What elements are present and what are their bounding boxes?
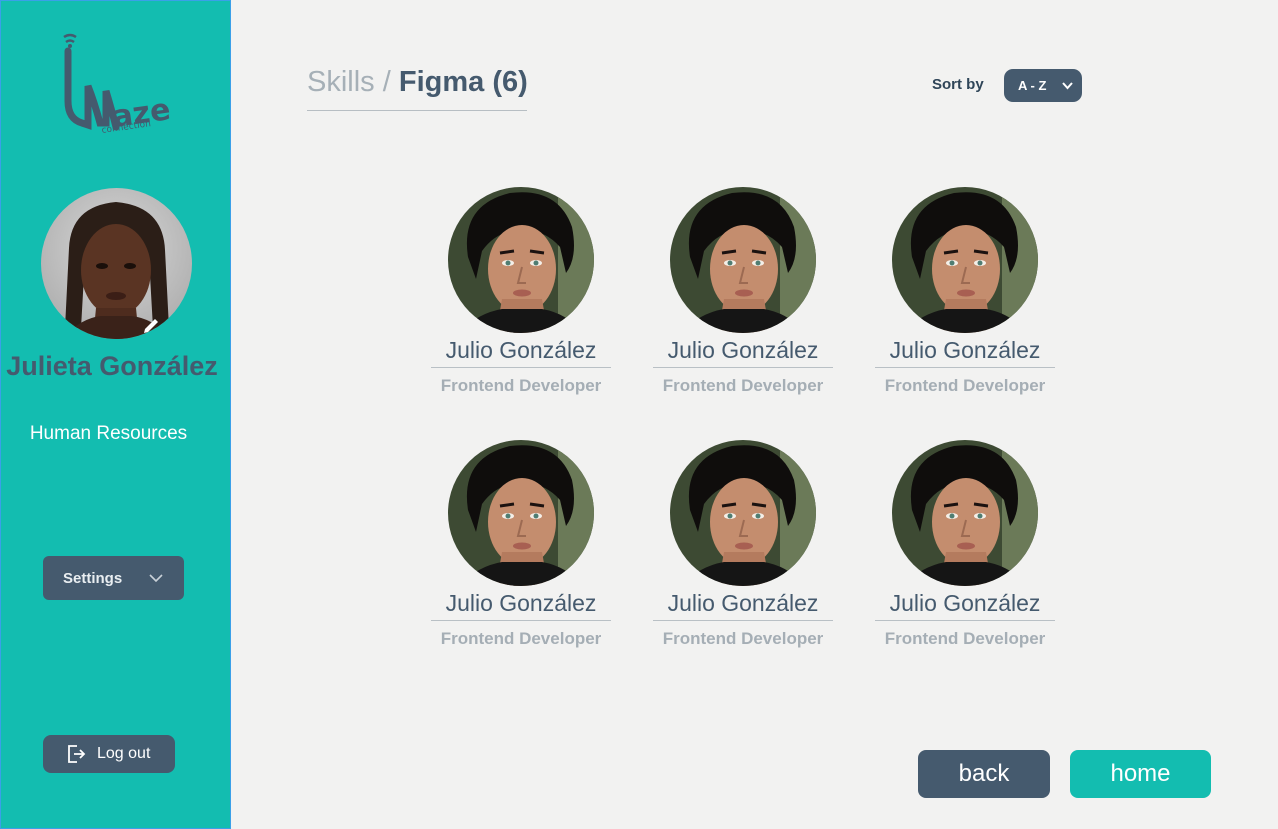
person-avatar <box>892 187 1038 333</box>
person-role: Frontend Developer <box>440 629 602 648</box>
home-button[interactable]: home <box>1070 750 1211 798</box>
person-name: Julio González <box>667 337 819 363</box>
back-button[interactable]: back <box>918 750 1050 798</box>
person-name: Julio González <box>889 337 1041 363</box>
card-divider <box>431 620 611 621</box>
person-name: Julio González <box>445 590 597 616</box>
card-divider <box>653 367 833 368</box>
user-name: Julieta González <box>6 351 218 381</box>
chevron-down-icon <box>149 574 163 583</box>
settings-dropdown[interactable]: Settings <box>43 556 184 600</box>
person-role: Frontend Developer <box>884 629 1046 648</box>
logout-button[interactable]: Log out <box>43 735 175 773</box>
person-name: Julio González <box>889 590 1041 616</box>
person-card[interactable]: Julio González Frontend Developer <box>431 440 611 660</box>
sort-value: A - Z <box>1018 78 1047 93</box>
person-avatar <box>892 440 1038 586</box>
person-card[interactable]: Julio González Frontend Developer <box>653 440 833 660</box>
person-avatar <box>670 187 816 333</box>
person-avatar <box>670 440 816 586</box>
breadcrumb-skills[interactable]: Skills <box>307 66 375 98</box>
sort-select[interactable]: A - Z <box>1004 69 1082 102</box>
page-title: Skills / Figma (6) <box>307 66 528 99</box>
person-role: Frontend Developer <box>662 376 824 395</box>
edit-pencil-icon[interactable] <box>141 316 161 336</box>
card-divider <box>875 620 1055 621</box>
person-role: Frontend Developer <box>884 376 1046 395</box>
logout-icon <box>68 745 86 763</box>
person-role: Frontend Developer <box>662 629 824 648</box>
card-divider <box>431 367 611 368</box>
person-card[interactable]: Julio González Frontend Developer <box>875 187 1055 407</box>
breadcrumb-current: Figma (6) <box>398 66 528 98</box>
card-divider <box>653 620 833 621</box>
title-divider <box>307 110 527 111</box>
breadcrumb-separator: / <box>382 66 391 98</box>
person-card[interactable]: Julio González Frontend Developer <box>653 187 833 407</box>
person-name: Julio González <box>667 590 819 616</box>
person-card[interactable]: Julio González Frontend Developer <box>431 187 611 407</box>
logout-label: Log out <box>97 745 151 762</box>
settings-label: Settings <box>63 569 123 587</box>
sidebar: aze connection Julieta González Human Re… <box>0 0 231 829</box>
user-role: Human Resources <box>29 423 188 444</box>
person-avatar <box>448 187 594 333</box>
chevron-down-icon <box>1062 82 1073 90</box>
person-role: Frontend Developer <box>440 376 602 395</box>
sort-label: Sort by <box>932 76 984 93</box>
card-divider <box>875 367 1055 368</box>
maze-connection-logo: aze connection <box>63 33 173 136</box>
user-avatar[interactable] <box>41 188 192 339</box>
person-card[interactable]: Julio González Frontend Developer <box>875 440 1055 660</box>
person-avatar <box>448 440 594 586</box>
person-name: Julio González <box>445 337 597 363</box>
